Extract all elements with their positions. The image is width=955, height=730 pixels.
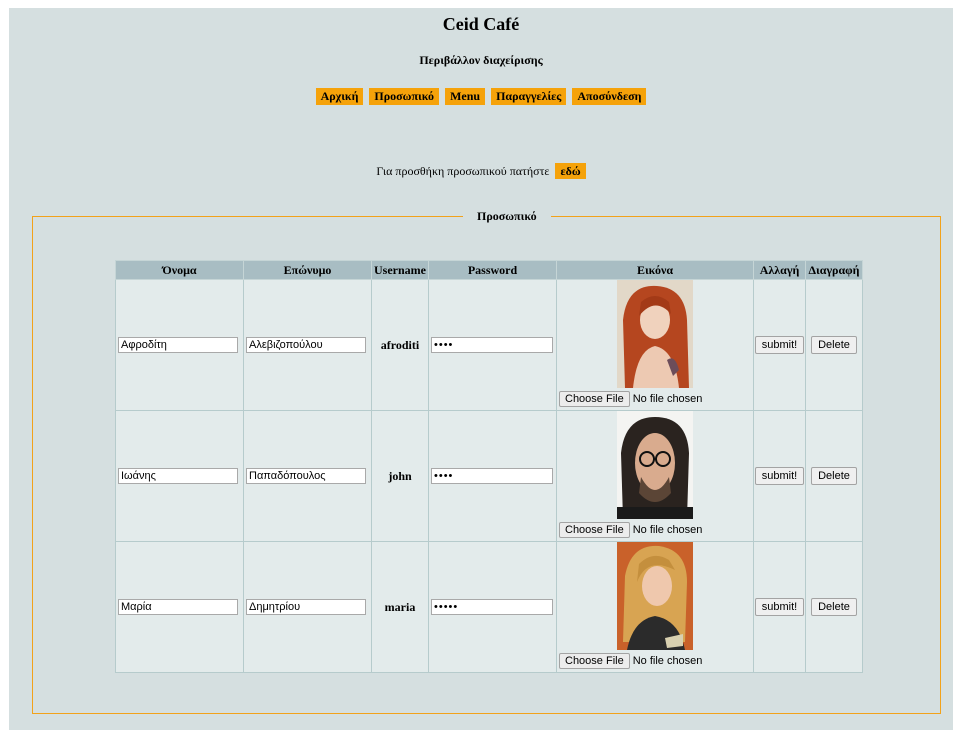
username-value: maria: [371, 541, 429, 673]
staff-table: Όνομα Επώνυμο Username Password Εικόνα Α…: [115, 260, 863, 673]
table-row: john: [115, 410, 863, 542]
file-picker: Choose File No file chosen: [557, 519, 753, 541]
first-name-input[interactable]: [118, 599, 238, 615]
choose-file-button[interactable]: Choose File: [559, 522, 630, 538]
last-name-input[interactable]: [246, 337, 366, 353]
nav-logout[interactable]: Αποσύνδεση: [572, 88, 647, 105]
main-nav: Αρχική Προσωπικό Menu Παραγγελίες Αποσύν…: [9, 88, 953, 105]
page: Ceid Café Περιβάλλον διαχείρισης Αρχική …: [9, 8, 953, 730]
choose-file-button[interactable]: Choose File: [559, 653, 630, 669]
staff-photo: [617, 542, 693, 650]
staff-photo: [617, 280, 693, 388]
col-password: Password: [428, 260, 557, 280]
first-name-input[interactable]: [118, 468, 238, 484]
col-last-name: Επώνυμο: [243, 260, 372, 280]
file-picker: Choose File No file chosen: [557, 650, 753, 672]
submit-button[interactable]: submit!: [754, 467, 805, 485]
file-status: No file chosen: [632, 393, 703, 405]
choose-file-button[interactable]: Choose File: [559, 391, 630, 407]
nav-staff[interactable]: Προσωπικό: [369, 88, 440, 105]
table-header-row: Όνομα Επώνυμο Username Password Εικόνα Α…: [115, 260, 863, 280]
password-input[interactable]: [431, 337, 553, 353]
col-change: Αλλαγή: [753, 260, 806, 280]
site-subtitle: Περιβάλλον διαχείρισης: [419, 53, 543, 67]
username-value: afroditi: [371, 279, 429, 411]
nav-home[interactable]: Αρχική: [315, 88, 364, 105]
submit-button[interactable]: submit!: [754, 598, 805, 616]
password-input[interactable]: [431, 599, 553, 615]
delete-button[interactable]: Delete: [811, 598, 857, 616]
add-staff-row: Για προσθήκη προσωπικού πατήστε εδώ: [9, 163, 953, 179]
site-title: Ceid Café: [442, 14, 520, 34]
table-row: maria Choose FileNo file chosen: [115, 541, 863, 673]
col-username: Username: [371, 260, 429, 280]
staff-legend: Προσωπικό: [463, 209, 551, 224]
delete-button[interactable]: Delete: [811, 467, 857, 485]
submit-button[interactable]: submit!: [754, 336, 805, 354]
first-name-input[interactable]: [118, 337, 238, 353]
nav-orders[interactable]: Παραγγελίες: [491, 88, 567, 105]
username-value: john: [371, 410, 429, 542]
col-first-name: Όνομα: [115, 260, 244, 280]
delete-button[interactable]: Delete: [811, 336, 857, 354]
nav-menu[interactable]: Menu: [445, 88, 486, 105]
file-status: No file chosen: [632, 655, 703, 667]
staff-photo: [617, 411, 693, 519]
password-input[interactable]: [431, 468, 553, 484]
file-picker: Choose File No file chosen: [557, 388, 753, 410]
col-delete: Διαγραφή: [805, 260, 863, 280]
last-name-input[interactable]: [246, 468, 366, 484]
col-image: Εικόνα: [556, 260, 754, 280]
add-staff-link[interactable]: εδώ: [555, 163, 586, 179]
table-row: afroditi Choose FileNo file chosen: [115, 279, 863, 411]
add-staff-text: Για προσθήκη προσωπικού πατήστε: [376, 164, 550, 178]
staff-fieldset: Προσωπικό Όνομα Επώνυμο Username Passwor…: [32, 209, 941, 714]
last-name-input[interactable]: [246, 599, 366, 615]
file-status: No file chosen: [632, 524, 703, 536]
